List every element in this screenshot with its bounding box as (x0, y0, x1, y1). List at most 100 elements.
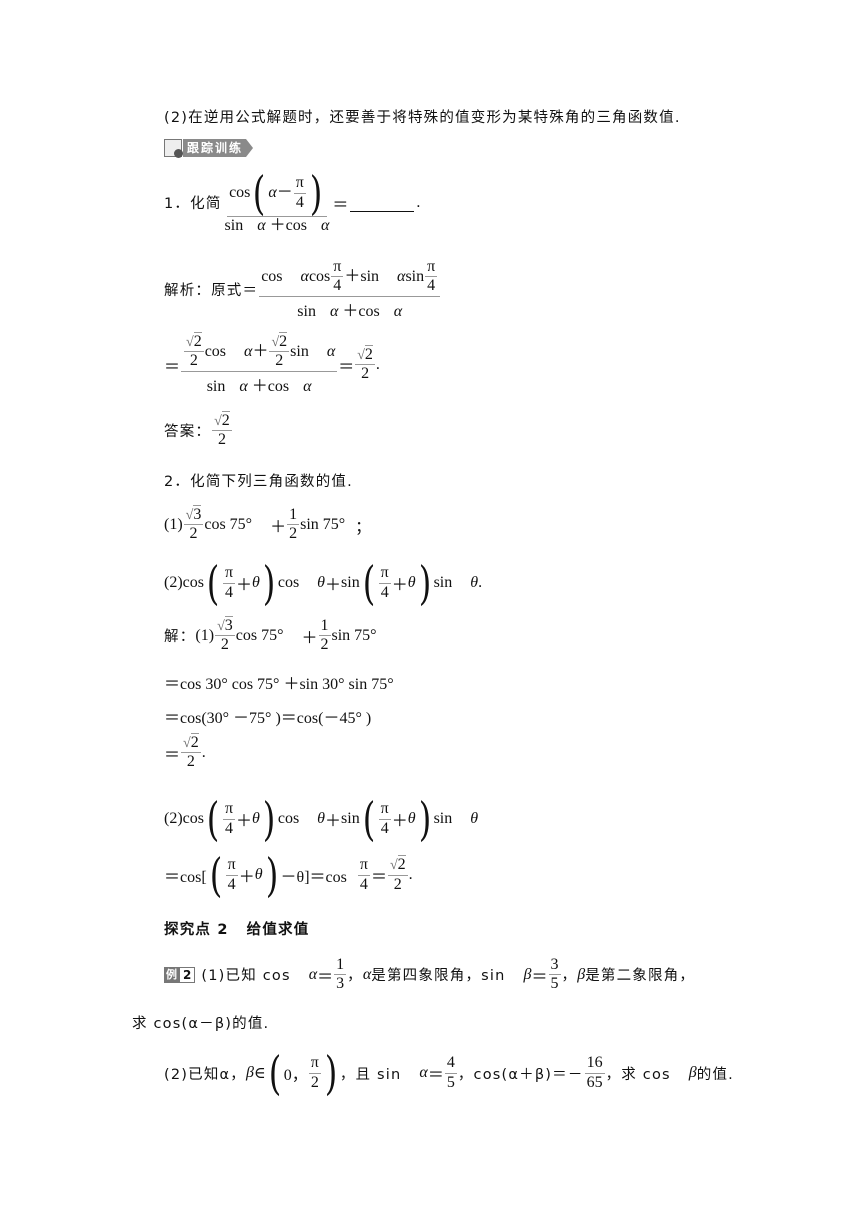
four: 4 (227, 875, 236, 893)
plus: ＋ (391, 813, 408, 830)
equals: ＝ (427, 1067, 444, 1084)
right-paren: ) (418, 792, 431, 846)
theta: θ (317, 574, 326, 591)
solution-label: 解析：原式＝ (164, 283, 259, 300)
step-1-fraction: cos α cos π4 ＋ sin α sin π4 sin α ＋cos α (259, 258, 441, 321)
alpha: α (300, 267, 309, 285)
solution-line-text: ＝cos(30° －75° )＝cos(－45° ) (164, 710, 372, 727)
sqrt-sign: √ (183, 736, 191, 751)
one: 1 (287, 506, 300, 526)
two: 2 (361, 365, 370, 383)
example-badge-number: 2 (179, 966, 196, 983)
tracking-training-label: 跟踪训练 (183, 139, 254, 157)
answer-value: √2 2 (212, 411, 232, 450)
example-2-part-1: 例 2 (1)已知 cos α ＝ 13 ， α 是第四象限角，sin β ＝ … (164, 956, 695, 994)
sixty-five: 65 (586, 1073, 603, 1091)
comma: ， (561, 968, 578, 985)
left-paren: ( (206, 792, 220, 846)
problem-1-solution-step-1: 解析：原式＝ cos α cos π4 ＋ sin α sin π4 sin α … (164, 258, 441, 321)
equals: ＝ (317, 968, 334, 986)
problem-2-solution-1-line-1: 解： (1) √3 2 cos 75° ＋ 12 sin 75° (164, 616, 377, 655)
element-of: ∈ (253, 1065, 266, 1082)
left-paren: ( (268, 1046, 282, 1100)
sqrt-sign: √ (271, 335, 280, 350)
theta: θ (252, 810, 260, 827)
period: . (375, 355, 380, 373)
problem-2-part-2: (2) cos (π 4 ＋ θ) cos θ ＋ sin (π 4 ＋ θ) sin θ . (164, 560, 482, 606)
alpha: α (244, 342, 253, 360)
plus: ＋ (270, 518, 287, 536)
four: 4 (224, 583, 233, 601)
section-title: 给值求值 (246, 922, 310, 938)
cos-text: cos (204, 342, 227, 360)
one: 1 (318, 617, 331, 637)
plus: ＋ (301, 629, 318, 647)
tracking-training-badge: 跟踪训练 (164, 139, 254, 158)
right-paren: ) (309, 166, 323, 220)
four: 4 (359, 875, 368, 893)
problem-2-solution-1-line-2: ＝cos 30° cos 75° ＋sin 30° sin 75° (164, 670, 394, 694)
radicand: 2 (279, 332, 288, 350)
cos-text: cos (277, 810, 300, 827)
left-paren: ( (209, 848, 222, 902)
alpha: α (362, 965, 372, 983)
problem-2-solution-2-line-1: (2) cos (π 4 ＋ θ) cos θ ＋ sin (π 4 ＋ θ) sin θ (164, 796, 478, 842)
alpha: α (268, 183, 277, 201)
solution-line-text: ＝cos 30° cos 75° ＋sin 30° sin 75° (164, 676, 394, 693)
example-2-part-2: (2)已知α， β ∈ (0， π 2) ，且 sin α ＝ 45 ，cos(α＋… (164, 1050, 734, 1096)
pi: π (225, 856, 238, 876)
radicand: 2 (397, 855, 406, 874)
cos-75: cos 75° (235, 626, 284, 644)
comma: ， (347, 968, 363, 985)
alpha: α (239, 377, 248, 395)
intro-note-text: (2)在逆用公式解题时，还要善于将特殊的值变形为某特殊角的三角函数值. (164, 110, 681, 126)
section-number: 探究点 2 (164, 922, 229, 938)
plus: ＋ (325, 813, 342, 830)
sixteen: 16 (584, 1054, 605, 1074)
plus: ＋ (342, 302, 359, 320)
plus: ＋ (325, 577, 342, 594)
problem-1-prefix: 1．化简 (164, 196, 222, 213)
intro-note: (2)在逆用公式解题时，还要善于将特殊的值变形为某特殊角的三角函数值. (164, 106, 681, 127)
theta: θ (407, 810, 416, 827)
cos-text: cos (285, 217, 307, 234)
pi: π (222, 564, 236, 584)
plus: ＋ (251, 377, 268, 395)
cos-text: cos (358, 302, 380, 320)
theta: θ (470, 574, 479, 591)
right-paren: ) (262, 556, 276, 610)
cos-text: cos (229, 183, 251, 201)
two: 2 (189, 525, 198, 543)
part-number: (2) (164, 810, 183, 827)
right-paren: ) (418, 556, 431, 610)
problem-2-solution-1-line-4: ＝ √2 2 . (164, 733, 206, 772)
radicand: 2 (193, 332, 202, 350)
problem-2-solution-2-line-2: ＝cos[ (π 4 ＋ θ) －θ]＝cos π4 ＝ √2 2 . (164, 852, 413, 898)
section-heading: 探究点 2 给值求值 (164, 918, 309, 939)
plus: ＋ (344, 267, 361, 285)
text: ，且 sin (339, 1066, 402, 1083)
radicand: 3 (193, 505, 202, 523)
alpha: α (303, 377, 312, 395)
pi: π (293, 174, 306, 194)
pi: π (357, 856, 370, 876)
pi: π (425, 258, 438, 278)
radicand: 2 (364, 344, 373, 363)
equals: ＝ (338, 358, 355, 376)
beta: β (577, 965, 586, 983)
minus-theta-close: －θ]＝cos (280, 869, 347, 886)
beta: β (688, 1064, 697, 1081)
minus: － (276, 183, 293, 201)
period: . (478, 574, 483, 591)
plus: ＋ (252, 342, 269, 360)
theta: θ (252, 574, 260, 591)
theta: θ (317, 810, 326, 827)
pi: π (378, 564, 391, 584)
two: 2 (220, 636, 229, 654)
two: 2 (320, 636, 329, 654)
text: (2)已知α， (164, 1066, 246, 1083)
problem-1-fraction: cos ( α － π4 ) sin α ＋cos α (223, 170, 332, 235)
part-number: (2) (164, 574, 183, 591)
equals: ＝ (531, 968, 548, 986)
alpha: α (419, 1064, 428, 1081)
